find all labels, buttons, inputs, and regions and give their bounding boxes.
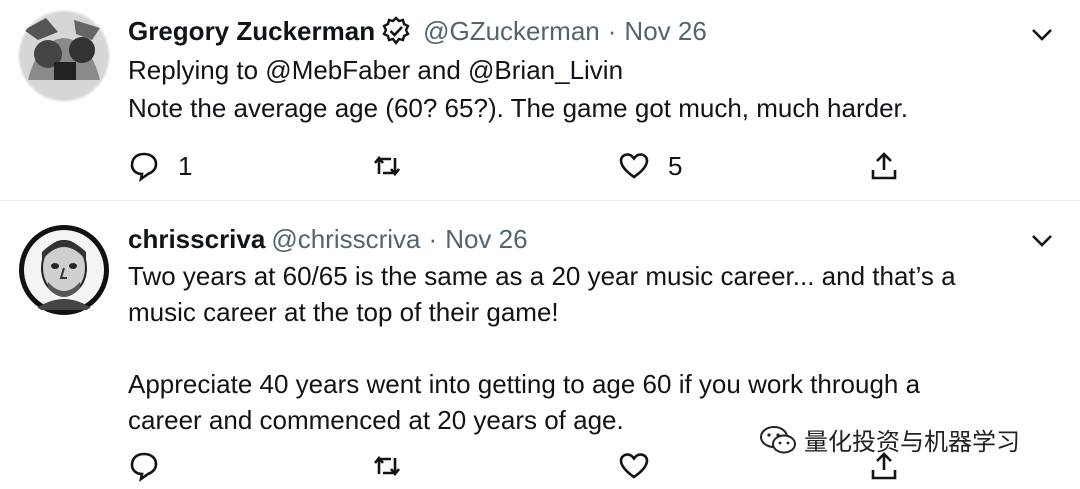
like-icon <box>619 153 649 179</box>
separator: · <box>607 16 617 46</box>
avatar-gregory-zuckerman[interactable] <box>18 10 110 102</box>
user-handle[interactable]: @chrisscriva <box>271 222 420 256</box>
share-button[interactable] <box>868 146 900 186</box>
verified-badge-icon <box>381 16 411 46</box>
display-name[interactable]: chrisscriva <box>128 222 265 256</box>
like-count: 5 <box>668 150 683 181</box>
reply-count: 1 <box>178 150 193 181</box>
tweet-date[interactable]: Nov 26 <box>624 14 706 48</box>
reply-icon <box>130 452 158 482</box>
reply-button[interactable]: 1 <box>128 146 192 186</box>
replying-to: Replying to @MebFaber and @Brian_Livin <box>128 55 624 85</box>
retweet-button[interactable] <box>371 146 421 186</box>
wechat-icon <box>760 425 796 453</box>
watermark-text: 量化投资与机器学习 <box>804 428 1020 456</box>
reply-icon <box>130 152 158 182</box>
caret-down-icon[interactable] <box>1028 226 1056 254</box>
tweet-text: Note the average age (60? 65?). The game… <box>128 93 908 123</box>
separator: · <box>428 224 438 254</box>
like-icon <box>619 453 649 479</box>
avatar-chrisscriva[interactable] <box>18 224 110 316</box>
user-handle[interactable]: @GZuckerman <box>423 14 600 48</box>
retweet-icon <box>373 155 401 177</box>
caret-down-icon[interactable] <box>1028 20 1056 48</box>
like-button[interactable] <box>618 446 668 486</box>
tweet-date[interactable]: Nov 26 <box>445 222 527 256</box>
display-name[interactable]: Gregory Zuckerman <box>128 14 375 48</box>
watermark: 量化投资与机器学习 <box>758 422 1020 457</box>
share-icon <box>871 152 897 180</box>
like-button[interactable]: 5 <box>618 146 682 186</box>
reply-button[interactable] <box>128 446 178 486</box>
tweet-1[interactable]: Gregory Zuckerman @GZuckerman · Nov 26 R… <box>0 0 1080 200</box>
retweet-icon <box>373 455 401 477</box>
tweet-text: Two years at 60/65 is the same as a 20 y… <box>128 261 956 435</box>
tweet-divider <box>0 200 1080 201</box>
tweet-actions: 1 5 <box>128 146 908 186</box>
retweet-button[interactable] <box>371 446 421 486</box>
